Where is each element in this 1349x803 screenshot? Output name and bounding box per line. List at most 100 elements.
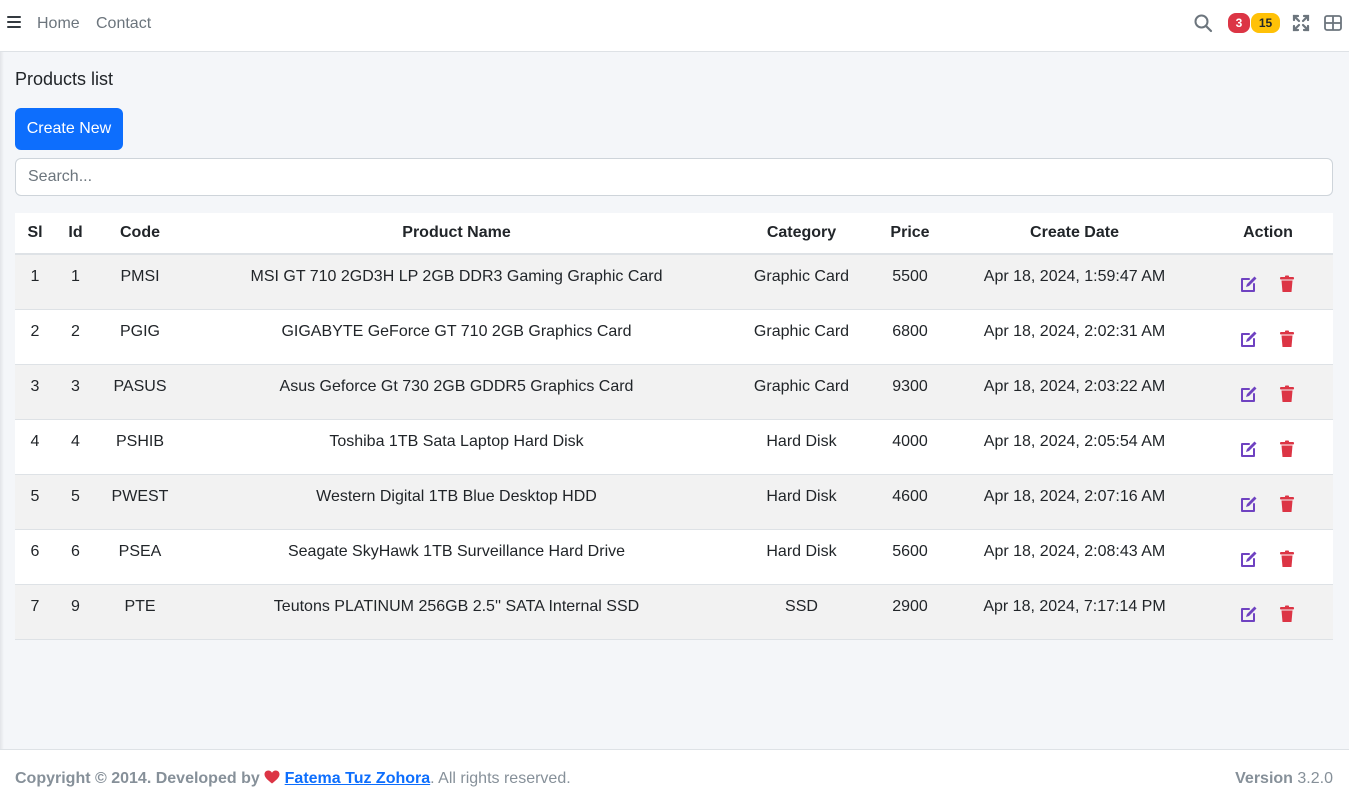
author-link[interactable]: Fatema Tuz Zohora bbox=[285, 770, 431, 787]
trash-icon[interactable] bbox=[1277, 604, 1297, 624]
create-new-button[interactable]: Create New bbox=[15, 108, 123, 150]
cell-action bbox=[1203, 529, 1333, 585]
cell-action bbox=[1203, 364, 1333, 420]
cell-action bbox=[1203, 584, 1333, 640]
search-icon[interactable] bbox=[1193, 13, 1213, 33]
footer: Copyright © 2014. Developed by Fatema Tu… bbox=[0, 749, 1349, 803]
cell-category: Graphic Card bbox=[729, 364, 874, 420]
app-page: Home Contact 3 15 Products list Create N… bbox=[0, 0, 1349, 803]
cell-category: SSD bbox=[729, 584, 874, 640]
cell-id: 1 bbox=[55, 254, 96, 310]
cell-category: Hard Disk bbox=[729, 419, 874, 475]
cell-create-date: Apr 18, 2024, 2:08:43 AM bbox=[946, 529, 1203, 585]
header-id: Id bbox=[55, 213, 96, 255]
trash-icon[interactable] bbox=[1277, 329, 1297, 349]
cell-code: PGIG bbox=[96, 309, 184, 365]
hamburger-icon[interactable] bbox=[7, 16, 21, 30]
cell-category: Hard Disk bbox=[729, 474, 874, 530]
cell-action bbox=[1203, 419, 1333, 475]
cell-create-date: Apr 18, 2024, 7:17:14 PM bbox=[946, 584, 1203, 640]
nav-link-home[interactable]: Home bbox=[37, 15, 80, 33]
cell-price: 5500 bbox=[874, 254, 946, 310]
cell-id: 2 bbox=[55, 309, 96, 365]
edit-icon[interactable] bbox=[1239, 494, 1259, 514]
nav-link-contact[interactable]: Contact bbox=[96, 15, 151, 33]
rights-text: . All rights reserved. bbox=[430, 770, 571, 787]
cell-si: 1 bbox=[15, 254, 55, 310]
edit-icon[interactable] bbox=[1239, 439, 1259, 459]
cell-action bbox=[1203, 254, 1333, 310]
trash-icon[interactable] bbox=[1277, 274, 1297, 294]
header-action: Action bbox=[1203, 213, 1333, 255]
heart-icon bbox=[264, 770, 280, 784]
table-row: 4 4 PSHIB Toshiba 1TB Sata Laptop Hard Disk… bbox=[15, 419, 1333, 475]
trash-icon[interactable] bbox=[1277, 384, 1297, 404]
table-row: 3 3 PASUS Asus Geforce Gt 730 2GB GDDR5 Gra… bbox=[15, 364, 1333, 420]
cell-category: Graphic Card bbox=[729, 254, 874, 310]
header-create-date: Create Date bbox=[946, 213, 1203, 255]
page-title: Products list bbox=[15, 69, 114, 89]
cell-id: 3 bbox=[55, 364, 96, 420]
trash-icon[interactable] bbox=[1277, 439, 1297, 459]
footer-version: Version 3.2.0 bbox=[1235, 770, 1333, 788]
cell-create-date: Apr 18, 2024, 2:07:16 AM bbox=[946, 474, 1203, 530]
cell-create-date: Apr 18, 2024, 2:05:54 AM bbox=[946, 419, 1203, 475]
header-price: Price bbox=[874, 213, 946, 255]
products-table: Sl Id Code Product Name Category Price C… bbox=[15, 213, 1333, 640]
cell-si: 6 bbox=[15, 529, 55, 585]
cell-code: PSHIB bbox=[96, 419, 184, 475]
cell-price: 4600 bbox=[874, 474, 946, 530]
notifications-badge[interactable]: 15 bbox=[1251, 13, 1280, 33]
table-body: 1 1 PMSI MSI GT 710 2GD3H LP 2GB DDR3 Gamin… bbox=[15, 254, 1333, 640]
edit-icon[interactable] bbox=[1239, 384, 1259, 404]
table-row: 1 1 PMSI MSI GT 710 2GD3H LP 2GB DDR3 Gamin… bbox=[15, 254, 1333, 310]
cell-product-name: Toshiba 1TB Sata Laptop Hard Disk bbox=[184, 419, 729, 475]
trash-icon[interactable] bbox=[1277, 549, 1297, 569]
cell-price: 5600 bbox=[874, 529, 946, 585]
cell-si: 2 bbox=[15, 309, 55, 365]
edit-icon[interactable] bbox=[1239, 604, 1259, 624]
table-row: 2 2 PGIG GIGABYTE GeForce GT 710 2GB Graphi… bbox=[15, 309, 1333, 365]
cell-create-date: Apr 18, 2024, 2:02:31 AM bbox=[946, 309, 1203, 365]
cell-product-name: Teutons PLATINUM 256GB 2.5'' SATA Intern… bbox=[184, 584, 729, 640]
cell-code: PSEA bbox=[96, 529, 184, 585]
cell-create-date: Apr 18, 2024, 1:59:47 AM bbox=[946, 254, 1203, 310]
cell-create-date: Apr 18, 2024, 2:03:22 AM bbox=[946, 364, 1203, 420]
table-header-row: Sl Id Code Product Name Category Price C… bbox=[15, 213, 1333, 255]
copyright-text: Copyright © 2014. Developed by bbox=[15, 770, 260, 787]
header-product-name: Product Name bbox=[184, 213, 729, 255]
expand-icon[interactable] bbox=[1291, 13, 1311, 33]
cell-code: PWEST bbox=[96, 474, 184, 530]
cell-price: 6800 bbox=[874, 309, 946, 365]
cell-product-name: Western Digital 1TB Blue Desktop HDD bbox=[184, 474, 729, 530]
cell-category: Hard Disk bbox=[729, 529, 874, 585]
cell-action bbox=[1203, 309, 1333, 365]
header-si: Sl bbox=[15, 213, 55, 255]
edit-icon[interactable] bbox=[1239, 549, 1259, 569]
cell-id: 9 bbox=[55, 584, 96, 640]
messages-badge[interactable]: 3 bbox=[1228, 13, 1250, 33]
table-row: 5 5 PWEST Western Digital 1TB Blue Desktop … bbox=[15, 474, 1333, 530]
version-label: Version bbox=[1235, 770, 1293, 787]
cell-id: 5 bbox=[55, 474, 96, 530]
search-input[interactable] bbox=[15, 158, 1333, 196]
cell-si: 7 bbox=[15, 584, 55, 640]
grid-icon[interactable] bbox=[1323, 13, 1343, 33]
trash-icon[interactable] bbox=[1277, 494, 1297, 514]
cell-action bbox=[1203, 474, 1333, 530]
table-row: 6 6 PSEA Seagate SkyHawk 1TB Surveillance H… bbox=[15, 529, 1333, 585]
header-code: Code bbox=[96, 213, 184, 255]
cell-price: 9300 bbox=[874, 364, 946, 420]
edit-icon[interactable] bbox=[1239, 329, 1259, 349]
cell-id: 6 bbox=[55, 529, 96, 585]
table-row: 7 9 PTE Teutons PLATINUM 256GB 2.5'' SATA I… bbox=[15, 584, 1333, 640]
cell-si: 4 bbox=[15, 419, 55, 475]
cell-si: 5 bbox=[15, 474, 55, 530]
version-value: 3.2.0 bbox=[1297, 770, 1333, 787]
footer-copyright: Copyright © 2014. Developed by Fatema Tu… bbox=[15, 770, 571, 788]
cell-code: PMSI bbox=[96, 254, 184, 310]
header-category: Category bbox=[729, 213, 874, 255]
cell-product-name: MSI GT 710 2GD3H LP 2GB DDR3 Gaming Grap… bbox=[184, 254, 729, 310]
edit-icon[interactable] bbox=[1239, 274, 1259, 294]
cell-price: 4000 bbox=[874, 419, 946, 475]
